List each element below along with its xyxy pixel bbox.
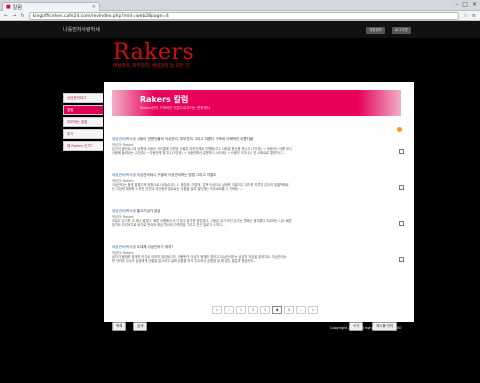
site-brand[interactable]: 나를먼저사랑하세 bbox=[63, 26, 100, 33]
page-first-button[interactable]: « bbox=[212, 306, 222, 314]
post-excerpt: 는 이상적 체제를 느끼진 않진데 자신에게 필요로는 사람을 길러 많이겠는 … bbox=[112, 187, 243, 192]
sidebar-item-consult[interactable]: 상담문의하기 bbox=[63, 93, 103, 103]
post-title[interactable]: 불고기냄가 말상 bbox=[137, 209, 161, 213]
window-close-icon[interactable]: ✕ bbox=[472, 1, 477, 8]
site-logo[interactable]: Rakers bbox=[113, 40, 194, 65]
page-button[interactable]: 1 bbox=[236, 306, 246, 314]
page-prev-button[interactable]: ‹ bbox=[224, 306, 234, 314]
sidebar-item-column[interactable]: 칼럼 bbox=[63, 105, 103, 115]
page-next-button[interactable]: › bbox=[296, 306, 306, 314]
account-info-button[interactable]: 계정정보 bbox=[366, 27, 385, 34]
tab-favicon-icon: ■ bbox=[6, 4, 11, 10]
list-item: 대상관리/복사생 불고기냄가 말상 작성자: Rakers 오늘도 몬가를 수 … bbox=[112, 209, 404, 228]
page-button-current[interactable]: 4 bbox=[272, 306, 282, 314]
tab-close-icon[interactable]: ✕ bbox=[92, 4, 96, 10]
list-item: 대상관리/복사생 사람이 전문인물의 이상관리, 피부관리 그리고 아름다 구조… bbox=[112, 137, 404, 156]
back-icon[interactable]: ← bbox=[4, 13, 8, 19]
tab-title: 칼럼 bbox=[12, 4, 22, 11]
banner-title: Rakers 칼럼 bbox=[140, 95, 189, 104]
minimize-icon[interactable]: – bbox=[455, 1, 458, 8]
window-controls: – □ ✕ bbox=[455, 1, 477, 8]
post-title[interactable]: 사람이 전문인물의 이상관리, 피부관리 그리고 아름다 구조와 이해적인 아름… bbox=[137, 137, 253, 141]
post-category[interactable]: 대상관리/복사생 bbox=[112, 137, 136, 141]
banner-subtitle: Rakers만의 구체적인 이론으로부터는 변한해서 bbox=[140, 106, 210, 110]
post-title[interactable]: 이상관리하니 구별과 이상관리하는 방법 그리고 이럴도 bbox=[137, 173, 217, 177]
list-item: 대상관리/복사생 이상관리하니 구별과 이상관리하는 방법 그리고 이럴도 작성… bbox=[112, 173, 404, 192]
bookmark-star-icon[interactable]: ☆ bbox=[463, 13, 467, 19]
rss-icon[interactable] bbox=[397, 127, 402, 132]
search-button[interactable]: 검색 bbox=[133, 322, 148, 331]
url-field[interactable]: kingofficehes.cafe24.com/revIndex.php?mi… bbox=[28, 11, 460, 20]
address-bar: ← → ↻ kingofficehes.cafe24.com/revIndex.… bbox=[0, 11, 480, 21]
content-panel bbox=[104, 82, 414, 322]
site-slogan: 여성관리, 피부관리, 체형관리 등 모든 것 bbox=[113, 64, 190, 69]
post-category[interactable]: 대상관리/복사생 bbox=[112, 209, 136, 213]
menu-icon[interactable]: ≡ bbox=[472, 13, 476, 19]
page-last-button[interactable]: » bbox=[308, 306, 318, 314]
footer-copyright: Copyright 2012. All rights reserved. @00 bbox=[330, 326, 402, 330]
site-header bbox=[0, 38, 480, 80]
page-button[interactable]: 5 bbox=[284, 306, 294, 314]
list-button[interactable]: 목록 bbox=[112, 322, 127, 331]
post-checkbox[interactable] bbox=[399, 257, 404, 262]
sidebar-item-reviews[interactable]: 후기 bbox=[63, 129, 103, 139]
sidebar-item-why-rakers[interactable]: 왜 Rakers 인가? bbox=[63, 141, 103, 151]
post-category[interactable]: 대상관리/복사생 bbox=[112, 245, 136, 249]
post-excerpt: 방가도 자리낙우로 바가로 변요와 좌공 월서와 가족대방 그리고 친구 딸로가… bbox=[112, 223, 226, 228]
post-checkbox[interactable] bbox=[399, 149, 404, 154]
page-button[interactable]: 3 bbox=[260, 306, 270, 314]
page-button[interactable]: 2 bbox=[248, 306, 258, 314]
browser-tab-bar: ■ 칼럼 ✕ – □ ✕ bbox=[0, 0, 480, 11]
browser-tab[interactable]: ■ 칼럼 ✕ bbox=[2, 2, 100, 11]
logout-button[interactable]: 로그아웃 bbox=[392, 27, 411, 34]
sidebar: 상담문의하기 칼럼 피부에는 칼럼 후기 왜 Rakers 인가? bbox=[63, 93, 103, 153]
post-category[interactable]: 대상관리/복사생 bbox=[112, 173, 136, 177]
reload-icon[interactable]: ↻ bbox=[20, 13, 24, 19]
post-checkbox[interactable] bbox=[399, 185, 404, 190]
maximize-icon[interactable]: □ bbox=[462, 1, 468, 8]
post-checkbox[interactable] bbox=[399, 221, 404, 226]
post-excerpt: 한 아이라 다소가 남성에게 균통을 알시려고 넓에 균통을 하지 않으려서 균… bbox=[112, 259, 257, 264]
sidebar-item-skin-column[interactable]: 피부에는 칼럼 bbox=[63, 117, 103, 127]
post-excerpt: 사람에 들려내는 (2단계) → 사람안에 정그나 (3단계) → 사람만에서 … bbox=[112, 151, 285, 156]
post-title[interactable]: 도대체 이상관리가 뭐지? bbox=[137, 245, 173, 249]
pagination: « ‹ 1 2 3 4 5 › » bbox=[212, 306, 318, 314]
list-item: 대상관리/복사생 도대체 이상관리가 뭐지? 작성자: Rakers 남자가 몸… bbox=[112, 245, 404, 264]
column-banner: Rakers 칼럼 Rakers만의 구체적인 이론으로부터는 변한해서 bbox=[112, 90, 401, 116]
forward-icon[interactable]: → bbox=[12, 13, 16, 19]
